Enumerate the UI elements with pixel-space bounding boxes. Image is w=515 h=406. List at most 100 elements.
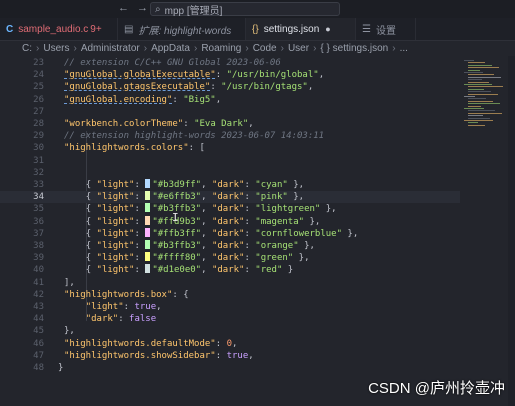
code-token: "orange" (255, 241, 299, 251)
breadcrumb-item[interactable]: Administrator (81, 43, 140, 54)
tab-settings-ui[interactable]: ☰ 设置 (356, 18, 416, 40)
breadcrumb-item[interactable]: Roaming (201, 43, 241, 54)
code-line[interactable]: 44 "dark": false (0, 313, 460, 325)
code-line[interactable]: 39 { "light": "#ffff80", "dark": "green"… (0, 252, 460, 264)
back-arrow-icon[interactable]: ← (118, 2, 137, 14)
code-editor[interactable]: 23 // extension C/C++ GNU Global 2023-06-… (0, 56, 460, 406)
color-swatch[interactable] (145, 191, 151, 201)
breadcrumb-item[interactable]: User (288, 43, 309, 54)
code-line[interactable]: 35 { "light": "#b3ffb3", "dark": "lightg… (0, 203, 460, 215)
breadcrumb-separator-icon: › (280, 42, 284, 54)
breadcrumb-item[interactable]: { } settings.json (320, 43, 388, 54)
code-line[interactable]: 43 "light": true, (0, 301, 460, 313)
line-number: 41 (33, 277, 44, 288)
code-line[interactable]: 25 "gnuGlobal.gtagsExecutable": "/usr/bin… (0, 81, 460, 93)
minimap-line (468, 98, 486, 100)
code-token: // extension highlight-words 2023-06-07 … (64, 131, 325, 142)
code-token: { (85, 204, 97, 215)
code-token: : (244, 253, 256, 264)
code-token: : (244, 180, 256, 190)
code-token: , (318, 70, 325, 81)
code-line[interactable]: 45}, (0, 325, 460, 337)
code-line[interactable]: 31 (0, 155, 460, 167)
code-line[interactable]: 37 { "light": "#ffb3ff", "dark": "cornfl… (0, 227, 460, 240)
code-token: "light" (96, 204, 135, 215)
code-token: , (201, 204, 212, 215)
code-token: "Eva Dark" (194, 119, 249, 129)
code-line[interactable]: 24 "gnuGlobal.globalExecutable": "/usr/bi… (0, 69, 460, 81)
code-token: "magenta" (255, 216, 305, 227)
code-line[interactable]: 29 // extension highlight-words 2023-06-0… (0, 130, 460, 142)
breadcrumb-item[interactable]: Code (253, 43, 277, 54)
code-token: , (201, 192, 212, 203)
code-line[interactable]: 40 { "light": "#d1e0e0", "dark": "red" } (0, 264, 460, 276)
code-token: "dark" (211, 192, 245, 203)
vertical-scrollbar[interactable] (508, 56, 515, 406)
code-line[interactable]: 38 { "light": "#b3ffb3", "dark": "orange… (0, 240, 460, 252)
color-swatch[interactable] (145, 179, 151, 188)
code-token: }, (342, 228, 359, 239)
code-token: : (134, 192, 146, 203)
line-number: 43 (33, 302, 44, 312)
extension-icon: ▤ (124, 23, 134, 35)
code-line[interactable]: 27 (0, 106, 460, 118)
command-center-search[interactable]: ⌕ mpp [管理员] (150, 2, 340, 17)
line-number: 28 (33, 119, 44, 129)
code-token: }, (320, 204, 337, 215)
line-number: 32 (33, 167, 44, 178)
breadcrumb-item[interactable]: C: (22, 43, 32, 54)
minimap-line (468, 74, 494, 76)
breadcrumb-item[interactable]: AppData (151, 43, 190, 54)
code-token: "#d1e0e0" (152, 265, 202, 276)
minimap[interactable] (462, 56, 507, 136)
code-line[interactable]: 34 { "light": "#e6ffb3", "dark": "pink" … (0, 191, 460, 204)
line-number: 25 (33, 82, 44, 93)
code-line[interactable]: 33 { "light": "#b3d9ff", "dark": "cyan" … (0, 179, 460, 191)
breadcrumb-separator-icon: › (143, 42, 148, 54)
code-line[interactable]: 47 "highlightwords.showSidebar": true, (0, 350, 460, 362)
breadcrumb-item[interactable]: Users (43, 43, 69, 54)
code-text: }, (64, 325, 75, 337)
code-line[interactable]: 48} (0, 362, 460, 374)
code-token: : (244, 265, 256, 276)
code-line[interactable]: 42 "highlightwords.box": { (0, 289, 460, 301)
code-token: "dark" (211, 253, 245, 264)
color-swatch[interactable] (145, 252, 151, 262)
code-token: : (134, 253, 146, 264)
breadcrumb-item[interactable]: ... (400, 43, 408, 54)
code-text: { "light": "#b3ffb3", "dark": "lightgree… (64, 203, 337, 215)
color-swatch[interactable] (145, 203, 151, 213)
tab-extension-highlight-words[interactable]: ▤ 扩展: highlight-words (118, 18, 246, 40)
code-token: { (85, 265, 97, 276)
line-number: 44 (33, 314, 44, 325)
code-token: { (85, 228, 97, 239)
code-line[interactable]: 26 "gnuGlobal.encoding": "Big5", (0, 94, 460, 106)
code-line[interactable]: 23 // extension C/C++ GNU Global 2023-06-… (0, 57, 460, 69)
modified-dot-icon[interactable]: ● (325, 24, 330, 34)
code-line[interactable]: 32 (0, 167, 460, 179)
minimap-line (464, 108, 484, 109)
code-text: "gnuGlobal.gtagsExecutable": "/usr/bin/g… (64, 81, 313, 93)
code-token: "lightgreen" (255, 204, 321, 215)
code-line[interactable]: 36 { "light": "#ffd9b3", "dark": "magent… (0, 215, 460, 228)
color-swatch[interactable] (145, 240, 151, 249)
code-line[interactable]: 30 "highlightwords.colors": [ (0, 142, 460, 154)
color-swatch[interactable] (145, 215, 151, 225)
code-line[interactable]: 46 "highlightwords.defaultMode": 0, (0, 338, 460, 350)
tab-settings-json[interactable]: {} settings.json ● (246, 18, 356, 40)
code-text: // extension C/C++ GNU Global 2023-06-06 (64, 57, 281, 69)
code-line[interactable]: 28 "workbench.colorTheme": "Eva Dark", (0, 118, 460, 130)
tab-sample-audio[interactable]: C sample_audio.c 9+ (0, 18, 118, 40)
color-swatch[interactable] (145, 227, 151, 237)
code-text: } (58, 362, 63, 374)
minimap-line (468, 100, 493, 102)
code-token: : (183, 119, 195, 129)
code-token: : (244, 241, 256, 251)
code-line[interactable]: 41], (0, 277, 460, 289)
code-token: "/usr/bin/global" (226, 70, 319, 81)
color-swatch[interactable] (145, 264, 151, 274)
code-token: { (85, 216, 97, 227)
code-token: "light" (96, 180, 135, 190)
minimap-line (468, 112, 502, 114)
code-token: ], (64, 277, 75, 288)
